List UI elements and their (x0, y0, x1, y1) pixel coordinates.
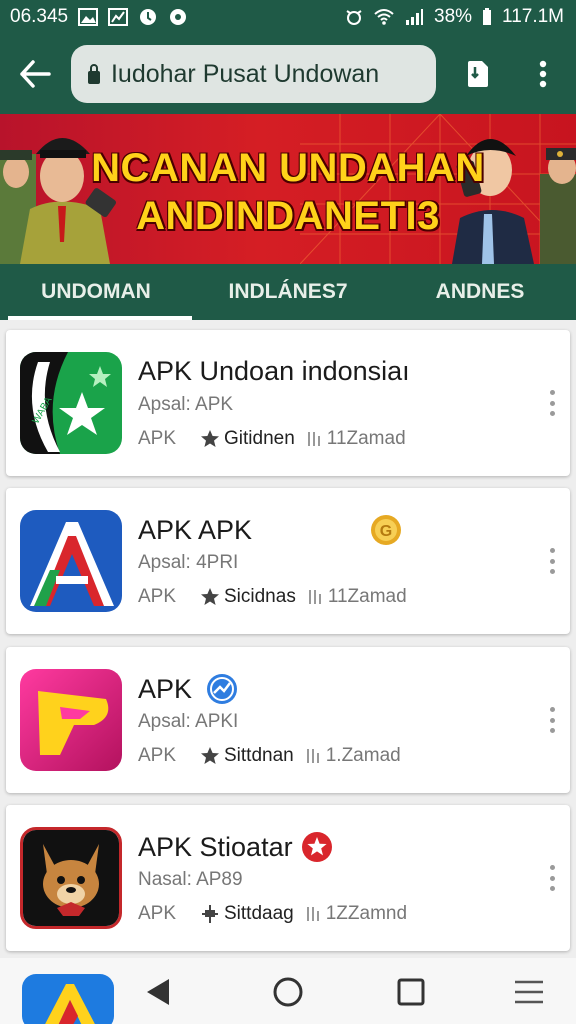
app-title: APK Stioatar (138, 831, 333, 863)
url-text: Iudohar Pusat Undowan (110, 59, 380, 88)
app-title: APK (138, 673, 238, 705)
app-rating: Sicidnas (200, 586, 296, 608)
app-subtitle: Apsal: APKI (138, 711, 239, 732)
app-tag: APK (138, 745, 177, 766)
app-subtitle: Apsal: 4PRI (138, 552, 239, 573)
app-subtitle: Apsal: APK (138, 394, 234, 415)
app-meta: APK Sicidnas 11Zamad (138, 586, 407, 608)
star-icon (201, 588, 219, 605)
app-size: 1ZZamnd (306, 903, 407, 925)
download-size-icon (306, 749, 319, 763)
green-star-flag-icon: WABA (20, 352, 122, 454)
star-icon (201, 430, 219, 447)
gold-coin-badge-icon: G (371, 515, 402, 545)
item-more-button[interactable] (540, 861, 564, 895)
app-tag: APK (138, 428, 177, 449)
app-size: 11Zamad (307, 428, 406, 450)
app-meta: APK Sittdnan 1.Zamad (138, 745, 401, 767)
app-tag: APK (138, 903, 177, 924)
battery-percent: 38% (434, 6, 473, 27)
download-size-icon (307, 432, 320, 446)
app-launcher-icon[interactable] (22, 974, 114, 1024)
clock-notification-icon (138, 8, 158, 26)
status-time: 06.345 (10, 6, 69, 27)
circle-home-icon (273, 977, 303, 1007)
download-file-icon (468, 61, 489, 87)
tab-undoman[interactable]: UNDOMAN (0, 264, 192, 320)
app-bar: Iudohar Pusat Undowan (0, 34, 576, 114)
banner-subheadline: ANDINDANETI3 (136, 194, 440, 238)
app-rating: Gitidnen (200, 428, 295, 450)
item-more-button[interactable] (540, 544, 564, 578)
blue-verified-badge-icon (207, 674, 238, 704)
svg-text:G: G (380, 523, 392, 540)
app-meta: APK Sittdaag 1ZZamnd (138, 903, 407, 925)
more-vertical-icon (540, 60, 547, 88)
tab-indlanes7[interactable]: INDLÁNES7 (192, 264, 384, 320)
nav-home-button[interactable] (266, 970, 310, 1014)
signal-icon (404, 8, 424, 26)
category-tabs: UNDOMAN INDLÁNES7 ANDNES (0, 264, 576, 320)
app-subtitle: Nasal: AP89 (138, 869, 243, 890)
tab-andnes[interactable]: ANDNES (384, 264, 576, 320)
download-size-icon (306, 907, 319, 921)
wifi-icon (374, 8, 394, 26)
status-bar: 06.345 38% 117.1M (0, 0, 576, 34)
list-item[interactable]: APK Stioatar Nasal: AP89 APK Sittdaag 1Z… (6, 805, 570, 951)
nav-back-button[interactable] (136, 970, 180, 1014)
promo-banner[interactable]: NCANAN UNDAHAN ANDINDANETI3 (0, 114, 576, 264)
star-icon (201, 747, 219, 764)
red-star-badge-icon (301, 832, 332, 862)
banner-headline: NCANAN UNDAHAN (91, 146, 485, 190)
list-item[interactable]: APK APK G Apsal: 4PRI APK Sicidnas 11Zam… (6, 488, 570, 634)
battery-icon (482, 8, 492, 26)
nav-menu-button[interactable] (507, 970, 551, 1014)
item-more-button[interactable] (540, 703, 564, 737)
app-rating: Sittdaag (200, 903, 294, 925)
list-item[interactable]: WABA APK Undoan indonsiaı Apsal: APK APK… (6, 330, 570, 476)
app-size: 1.Zamad (306, 745, 401, 767)
blue-red-a-icon (20, 510, 122, 612)
network-speed: 117.1M (502, 6, 564, 27)
app-title: APK APK G (138, 514, 402, 546)
square-recents-icon (397, 978, 425, 1006)
back-arrow-icon (20, 60, 52, 88)
list-item[interactable]: APK Apsal: APKI APK Sittdnan 1.Zamad (6, 647, 570, 793)
more-options-button[interactable] (511, 34, 576, 114)
chart-notification-icon (108, 8, 129, 26)
plug-icon (202, 905, 218, 923)
alarm-icon (344, 8, 364, 26)
download-button[interactable] (446, 34, 511, 114)
settings-notification-icon (168, 8, 188, 26)
nav-recents-button[interactable] (389, 970, 433, 1014)
lock-icon (87, 64, 100, 84)
system-nav-bar (0, 958, 576, 1024)
app-rating: Sittdnan (200, 745, 294, 767)
app-size: 11Zamad (308, 586, 407, 608)
url-bar[interactable]: Iudohar Pusat Undowan (70, 45, 436, 103)
item-more-button[interactable] (540, 386, 564, 420)
hamburger-menu-icon (515, 980, 543, 1004)
app-title: APK Undoan indonsiaı (138, 356, 410, 386)
fox-mascot-icon (20, 827, 122, 929)
app-meta: APK Gitidnen 11Zamad (138, 428, 406, 450)
triangle-back-icon (147, 979, 169, 1005)
image-notification-icon (78, 8, 99, 26)
app-tag: APK (138, 586, 177, 607)
download-size-icon (308, 590, 321, 604)
back-button[interactable] (0, 34, 71, 114)
yellow-p-play-icon (20, 669, 122, 771)
